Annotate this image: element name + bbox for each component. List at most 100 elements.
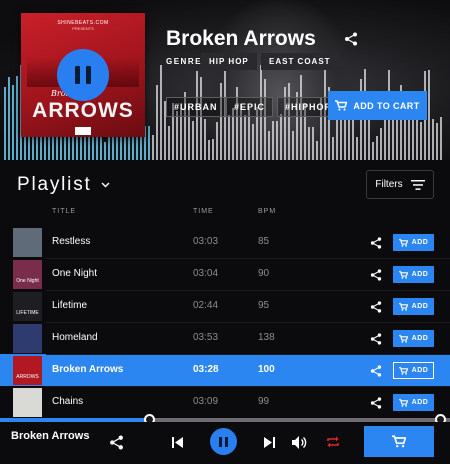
share-icon[interactable] xyxy=(370,236,382,249)
track-thumbnail: One Night xyxy=(13,260,42,289)
add-label: ADD xyxy=(411,239,429,246)
volume-icon xyxy=(291,435,306,449)
add-track-button[interactable]: ADD xyxy=(393,298,434,315)
add-to-cart-button[interactable]: ADD TO CART xyxy=(328,91,427,120)
add-track-button[interactable]: ADD xyxy=(393,394,434,411)
track-thumbnail: ARROWS xyxy=(13,356,42,385)
visualizer-bar xyxy=(212,138,214,160)
tag-epic[interactable]: #EPIC xyxy=(226,97,274,117)
tag-urban[interactable]: #URBAN xyxy=(166,97,226,117)
row-divider xyxy=(46,322,450,323)
add-track-button[interactable]: ADD xyxy=(393,266,434,283)
track-time: 03:28 xyxy=(193,364,219,375)
visualizer-bar xyxy=(288,82,290,160)
visualizer-bar xyxy=(8,76,10,160)
visualizer-bar xyxy=(300,75,302,160)
add-label: ADD xyxy=(411,335,429,342)
player-share-button[interactable] xyxy=(107,433,125,451)
add-to-cart-label: ADD TO CART xyxy=(353,100,420,111)
track-time: 03:03 xyxy=(193,236,219,247)
share-icon[interactable] xyxy=(370,332,382,345)
cover-presents-text: PRESENTS xyxy=(72,26,94,31)
next-button[interactable] xyxy=(262,436,276,448)
visualizer-bar xyxy=(228,114,230,160)
track-row[interactable]: Homeland 03:53 138 ADD xyxy=(0,322,450,354)
visualizer-bar xyxy=(156,85,158,160)
add-label: ADD xyxy=(411,399,429,406)
cart-icon xyxy=(398,366,408,375)
track-row[interactable]: One Night One Night 03:04 90 ADD xyxy=(0,258,450,290)
visualizer-bar xyxy=(292,130,294,160)
add-label: ADD xyxy=(411,303,429,310)
visualizer-bar xyxy=(408,115,410,160)
visualizer-bar xyxy=(152,134,154,160)
cart-icon xyxy=(398,302,408,311)
track-thumbnail xyxy=(13,388,42,417)
row-divider xyxy=(46,354,450,355)
cover-pause-button[interactable] xyxy=(57,49,109,101)
track-bpm: 85 xyxy=(258,236,270,247)
share-icon[interactable] xyxy=(370,396,382,409)
track-time: 03:53 xyxy=(193,332,219,343)
share-icon[interactable] xyxy=(370,268,382,281)
visualizer-bar xyxy=(372,141,374,160)
visualizer-bar xyxy=(268,131,270,160)
track-name: Homeland xyxy=(52,332,98,343)
cart-icon xyxy=(392,435,406,448)
filters-button[interactable]: Filters xyxy=(366,170,434,199)
visualizer-bar xyxy=(160,65,162,160)
track-time: 02:44 xyxy=(193,300,219,311)
visualizer-bar xyxy=(4,87,6,160)
visualizer-bar xyxy=(416,117,418,160)
visualizer-bar xyxy=(420,121,422,160)
visualizer-bar xyxy=(316,141,318,160)
volume-button[interactable] xyxy=(291,434,307,450)
visualizer-bar xyxy=(440,117,442,160)
add-track-button[interactable]: ADD xyxy=(393,362,434,379)
add-track-button[interactable]: ADD xyxy=(393,330,434,347)
row-divider xyxy=(46,258,450,259)
previous-button[interactable] xyxy=(170,436,184,448)
skip-next-icon xyxy=(263,436,275,448)
track-bpm: 100 xyxy=(258,364,275,375)
visualizer-bar xyxy=(200,77,202,160)
add-label: ADD xyxy=(411,367,429,374)
track-row[interactable]: ARROWS Broken Arrows 03:28 100 ADD xyxy=(0,354,450,386)
playlist-title[interactable]: Playlist xyxy=(17,174,92,196)
chevron-down-icon[interactable] xyxy=(101,180,110,189)
track-name: Chains xyxy=(52,396,84,407)
cover-big-title: ARROWS xyxy=(32,99,134,122)
track-row[interactable]: LIFETIME Lifetime 02:44 95 ADD xyxy=(0,290,450,322)
share-icon[interactable] xyxy=(370,300,382,313)
track-row[interactable]: Restless 03:03 85 ADD xyxy=(0,226,450,258)
visualizer-bar xyxy=(356,136,358,160)
share-icon[interactable] xyxy=(370,364,382,377)
repeat-icon xyxy=(327,436,339,448)
visualizer-bar xyxy=(264,79,266,160)
thumbnail-text: One Night xyxy=(16,278,39,284)
repeat-button[interactable] xyxy=(325,434,341,450)
share-icon xyxy=(109,435,123,449)
visualizer-bar xyxy=(176,110,178,160)
track-bpm: 138 xyxy=(258,332,275,343)
player-add-to-cart-button[interactable] xyxy=(364,426,434,457)
player-pause-button[interactable] xyxy=(210,428,237,455)
column-header-title: TITLE xyxy=(52,208,77,215)
track-bpm: 95 xyxy=(258,300,270,311)
visualizer-bar xyxy=(192,121,194,160)
add-track-button[interactable]: ADD xyxy=(393,234,434,251)
track-row[interactable]: Chains 03:09 99 ADD xyxy=(0,386,450,418)
genre-chip-hip-hop[interactable]: HIP HOP xyxy=(201,53,257,70)
visualizer-bar xyxy=(376,136,378,160)
track-thumbnail xyxy=(13,228,42,257)
visualizer-bar xyxy=(272,121,274,160)
track-time: 03:09 xyxy=(193,396,219,407)
genre-chip-east-coast[interactable]: EAST COAST xyxy=(261,53,339,70)
visualizer-bar xyxy=(280,113,282,160)
cart-icon xyxy=(398,398,408,407)
visualizer-bar xyxy=(436,123,438,160)
pause-icon xyxy=(75,66,91,84)
share-icon[interactable] xyxy=(344,32,358,46)
track-bpm: 90 xyxy=(258,268,270,279)
visualizer-bar xyxy=(12,85,14,160)
